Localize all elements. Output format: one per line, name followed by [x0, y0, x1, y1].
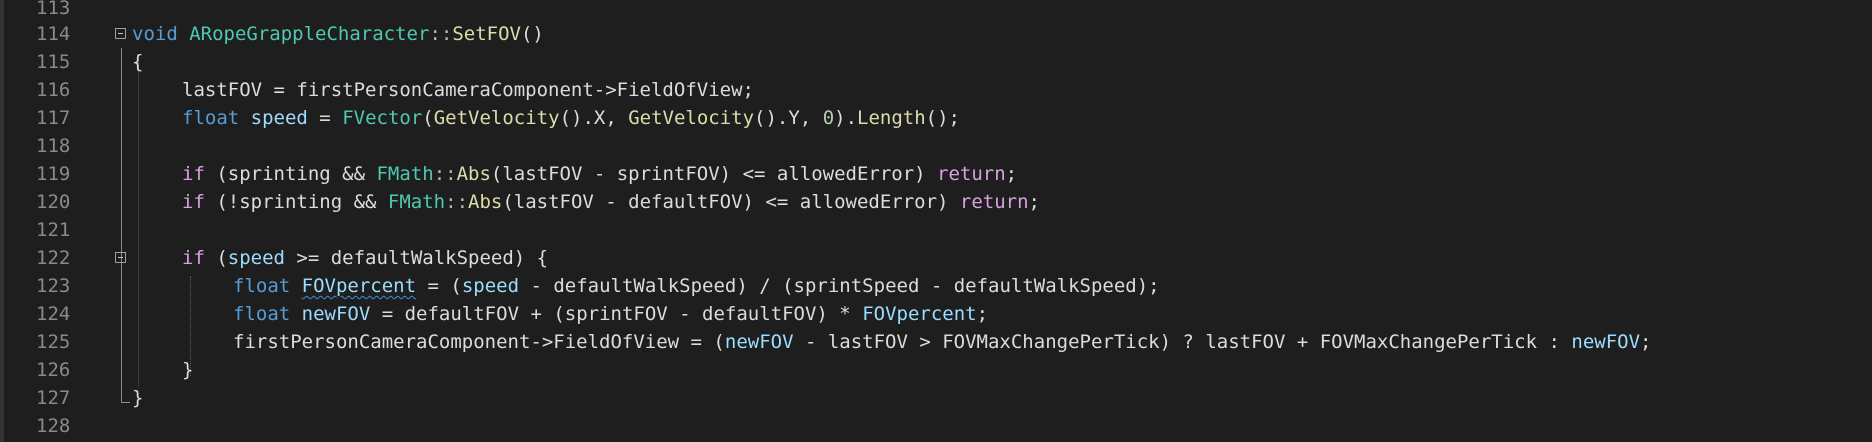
- code-text[interactable]: {: [132, 48, 143, 76]
- code-line-124[interactable]: 124 float newFOV = defaultFOV + (sprintF…: [0, 300, 1872, 328]
- code-line-128[interactable]: 128: [0, 412, 1872, 440]
- line-number: 115: [36, 51, 71, 73]
- code-line-116[interactable]: 116 lastFOV = firstPersonCameraComponent…: [0, 76, 1872, 104]
- code-text[interactable]: if (sprinting && FMath::Abs(lastFOV - sp…: [182, 160, 1017, 188]
- code-text[interactable]: float newFOV = defaultFOV + (sprintFOV -…: [233, 300, 988, 328]
- code-text[interactable]: firstPersonCameraComponent->FieldOfView …: [233, 328, 1651, 356]
- line-number: 113: [36, 0, 71, 19]
- collapse-minus-icon[interactable]: [115, 28, 126, 39]
- code-line-125[interactable]: 125 firstPersonCameraComponent->FieldOfV…: [0, 328, 1872, 356]
- line-number: 122: [36, 247, 71, 269]
- line-number: 120: [36, 191, 71, 213]
- code-text[interactable]: if (!sprinting && FMath::Abs(lastFOV - d…: [182, 188, 1040, 216]
- code-line-121[interactable]: 121: [0, 216, 1872, 244]
- line-number: 114: [36, 23, 71, 45]
- line-number: 121: [36, 219, 71, 241]
- code-line-122[interactable]: 122 if (speed >= defaultWalkSpeed) {: [0, 244, 1872, 272]
- code-text[interactable]: }: [132, 384, 143, 412]
- diagnostic-squiggle[interactable]: FOVpercent: [302, 275, 416, 297]
- code-text[interactable]: if (speed >= defaultWalkSpeed) {: [182, 244, 548, 272]
- line-number: 124: [36, 303, 71, 325]
- code-line-114[interactable]: 114 void ARopeGrappleCharacter::SetFOV(): [0, 20, 1872, 48]
- code-line-119[interactable]: 119 if (sprinting && FMath::Abs(lastFOV …: [0, 160, 1872, 188]
- code-line-120[interactable]: 120 if (!sprinting && FMath::Abs(lastFOV…: [0, 188, 1872, 216]
- code-text[interactable]: void ARopeGrappleCharacter::SetFOV(): [132, 20, 544, 48]
- line-number: 119: [36, 163, 71, 185]
- line-number: 116: [36, 79, 71, 101]
- code-line-126[interactable]: 126 }: [0, 356, 1872, 384]
- code-line-118[interactable]: 118: [0, 132, 1872, 160]
- code-text[interactable]: lastFOV = firstPersonCameraComponent->Fi…: [182, 76, 754, 104]
- code-text[interactable]: }: [182, 356, 193, 384]
- code-line-117[interactable]: 117 float speed = FVector(GetVelocity().…: [0, 104, 1872, 132]
- line-number: 126: [36, 359, 71, 381]
- line-number: 117: [36, 107, 71, 129]
- line-number: 125: [36, 331, 71, 353]
- line-number: 127: [36, 387, 71, 409]
- code-line-127[interactable]: 127 }: [0, 384, 1872, 412]
- line-number: 128: [36, 415, 71, 437]
- line-number: 123: [36, 275, 71, 297]
- code-line-115[interactable]: 115 {: [0, 48, 1872, 76]
- line-number: 118: [36, 135, 71, 157]
- code-text[interactable]: float FOVpercent = (speed - defaultWalkS…: [233, 272, 1160, 300]
- code-editor[interactable]: 113 114 void ARopeGrappleCharacter::SetF…: [0, 0, 1872, 442]
- collapse-minus-icon[interactable]: [115, 252, 126, 263]
- code-line-113[interactable]: 113: [0, 0, 1872, 22]
- code-line-123[interactable]: 123 float FOVpercent = (speed - defaultW…: [0, 272, 1872, 300]
- code-text[interactable]: float speed = FVector(GetVelocity().X, G…: [182, 104, 960, 132]
